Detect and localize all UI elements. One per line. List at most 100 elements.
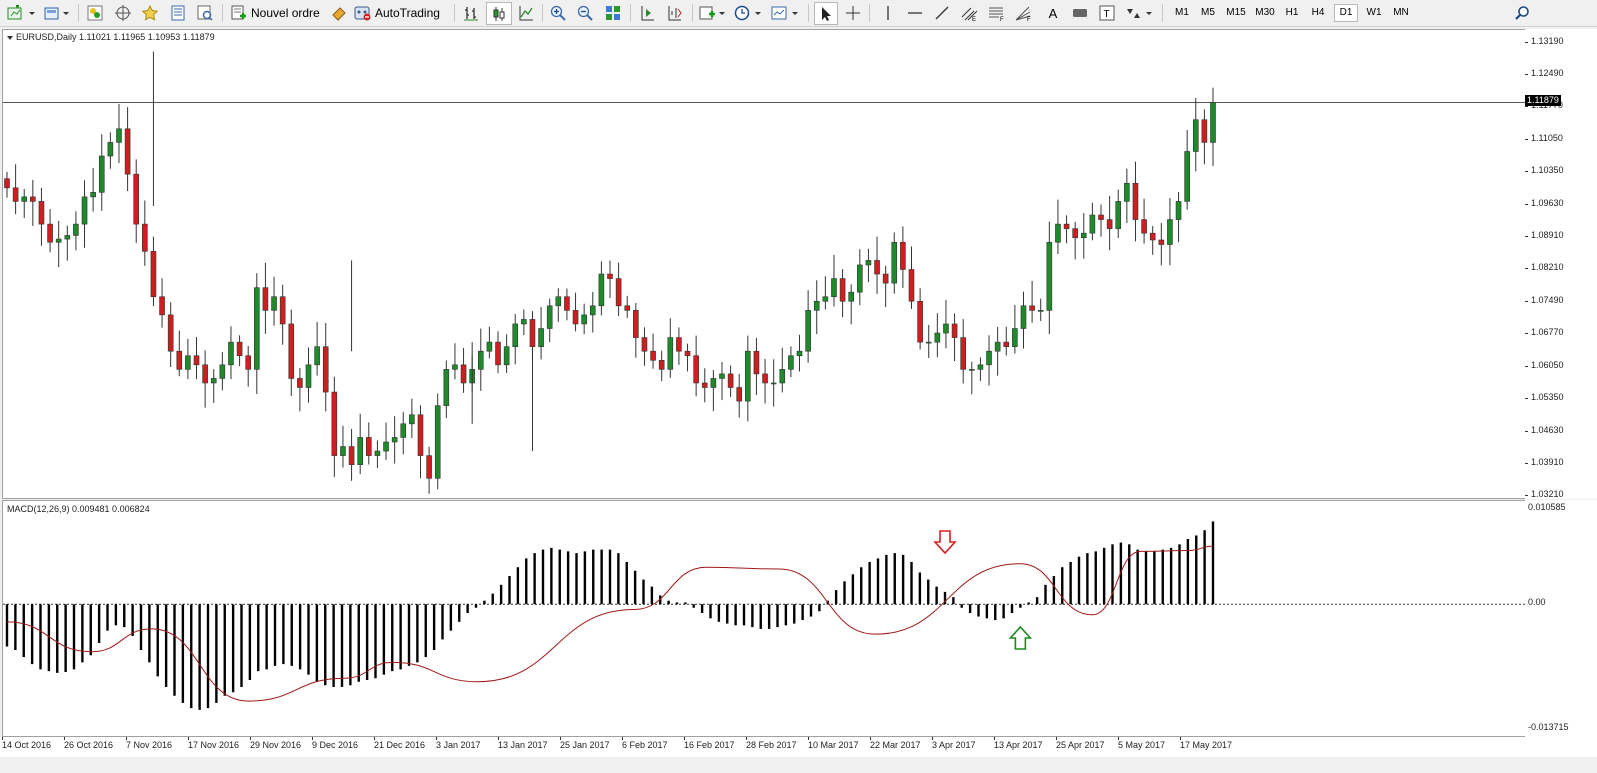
time-axis-label: 7 Nov 2016 xyxy=(126,740,173,750)
one-click-trading-icon[interactable] xyxy=(330,3,348,23)
candle-body xyxy=(822,296,829,302)
favorites-icon[interactable] xyxy=(140,3,160,23)
timeframe-m30[interactable]: M30 xyxy=(1252,5,1278,21)
timeframe-m5[interactable]: M5 xyxy=(1197,5,1219,21)
text-label-icon[interactable]: T xyxy=(1097,3,1117,23)
fibonacci-icon[interactable]: F xyxy=(987,3,1007,23)
candle-body xyxy=(90,192,96,198)
time-axis-tick xyxy=(994,737,995,740)
collapse-triangle-icon[interactable] xyxy=(7,35,13,40)
trendline-icon[interactable] xyxy=(932,3,952,23)
macd-axis-label: -0.013715 xyxy=(1528,722,1569,732)
time-axis-tick xyxy=(250,737,251,740)
timeframe-m1[interactable]: M1 xyxy=(1171,5,1193,21)
time-axis-label: 16 Feb 2017 xyxy=(684,740,735,750)
fibonacci-fan-icon[interactable]: F xyxy=(1014,3,1034,23)
candle-body xyxy=(322,346,329,393)
data-window-icon[interactable] xyxy=(168,3,188,23)
timeframe-d1[interactable]: D1 xyxy=(1334,4,1358,22)
line-chart-icon[interactable] xyxy=(516,3,536,23)
candle xyxy=(245,345,251,387)
time-axis-label: 25 Apr 2017 xyxy=(1056,740,1105,750)
macd-chart xyxy=(3,521,1525,710)
crosshair-icon[interactable] xyxy=(843,3,863,23)
indicators-icon[interactable] xyxy=(699,3,727,23)
candle xyxy=(1003,326,1010,356)
timeframe-h1[interactable]: H1 xyxy=(1281,5,1303,21)
candle-body xyxy=(882,273,889,284)
time-axis-tick xyxy=(622,737,623,740)
navigator-icon[interactable] xyxy=(113,3,133,23)
macd-panel[interactable]: MACD(12,26,9) 0.009481 0.006824 xyxy=(2,500,1526,737)
candle-body xyxy=(331,391,338,456)
vertical-line-icon[interactable] xyxy=(878,3,898,23)
candle xyxy=(676,327,682,365)
candle xyxy=(986,335,992,386)
periodicity-icon[interactable] xyxy=(734,3,764,23)
candle-body xyxy=(185,355,191,370)
candle-body xyxy=(719,373,725,379)
autotrading-button[interactable]: AutoTrading xyxy=(354,3,446,23)
new-chart-icon[interactable] xyxy=(6,3,38,23)
candle xyxy=(210,369,217,403)
candle-body xyxy=(555,296,562,307)
bar-chart-icon[interactable] xyxy=(461,3,481,23)
price-axis-tick xyxy=(1525,430,1528,432)
timeframe-m15[interactable]: M15 xyxy=(1223,5,1249,21)
candle xyxy=(900,226,906,288)
price-axis-label: 1.05350 xyxy=(1531,391,1564,402)
timeframe-w1[interactable]: W1 xyxy=(1362,5,1386,21)
zoom-in-icon[interactable] xyxy=(548,3,568,23)
candlestick-icon[interactable] xyxy=(486,2,512,25)
zoom-out-icon[interactable] xyxy=(575,3,595,23)
candle-body xyxy=(581,314,587,325)
equidistant-channel-icon[interactable]: E xyxy=(960,3,980,23)
price-axis-tick xyxy=(1525,495,1528,496)
new-order-button[interactable]: Nouvel ordre xyxy=(230,3,324,23)
rectangle-icon[interactable] xyxy=(1070,3,1090,23)
time-axis-label: 14 Oct 2016 xyxy=(2,740,52,750)
candle xyxy=(977,357,984,382)
candle xyxy=(236,335,243,367)
templates-icon[interactable] xyxy=(771,3,801,23)
candle xyxy=(1080,213,1087,259)
candle-body xyxy=(348,446,355,465)
profiles-icon[interactable] xyxy=(44,3,72,23)
arrows-icon[interactable] xyxy=(1125,3,1155,23)
candle xyxy=(1141,198,1147,244)
timeframe-h4[interactable]: H4 xyxy=(1307,5,1329,21)
horizontal-line-icon[interactable] xyxy=(905,3,925,23)
price-chart-panel[interactable]: EURUSD,Daily 1.11021 1.11965 1.10953 1.1… xyxy=(2,29,1526,499)
search-icon[interactable] xyxy=(1512,3,1532,23)
candle xyxy=(710,370,717,412)
candle-body xyxy=(951,323,958,338)
candle xyxy=(124,107,131,192)
candle-body xyxy=(676,337,682,352)
autoscroll-icon[interactable] xyxy=(637,3,657,23)
candle-body xyxy=(116,128,122,143)
text-icon[interactable]: A xyxy=(1043,3,1063,23)
candle xyxy=(150,236,157,307)
candle xyxy=(1167,197,1173,266)
candle-body xyxy=(460,364,467,384)
candle-body xyxy=(1089,214,1096,234)
price-axis-tick xyxy=(1525,268,1528,270)
tile-windows-icon[interactable] xyxy=(603,3,623,23)
candle-body xyxy=(658,359,665,370)
candle-body xyxy=(779,369,786,384)
candle-body xyxy=(202,364,208,384)
cursor-icon[interactable] xyxy=(814,2,838,25)
candle-body xyxy=(12,187,19,202)
candle-body xyxy=(228,341,234,366)
price-panel-title: EURUSD,Daily 1.11021 1.11965 1.10953 1.1… xyxy=(7,32,215,42)
candle xyxy=(219,352,226,391)
chart-shift-icon[interactable] xyxy=(664,3,684,23)
candle xyxy=(960,319,966,384)
strategy-tester-icon[interactable] xyxy=(195,3,215,23)
time-axis-tick xyxy=(808,737,809,740)
timeframe-mn[interactable]: MN xyxy=(1389,5,1413,21)
market-watch-icon[interactable] xyxy=(85,3,105,23)
candle-body xyxy=(1012,328,1018,347)
time-axis-label: 22 Mar 2017 xyxy=(870,740,921,750)
time-axis-label: 10 Mar 2017 xyxy=(808,740,859,750)
